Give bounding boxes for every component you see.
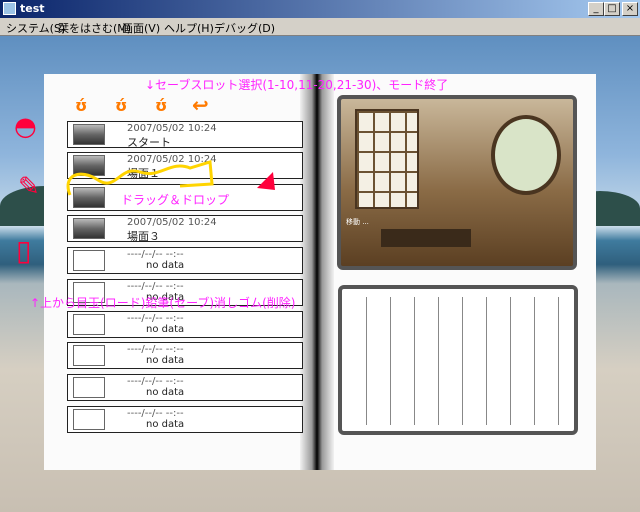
book-spine <box>300 74 334 470</box>
note-line <box>510 297 511 425</box>
save-slot-1[interactable]: 2007/05/02 10:24 スタート <box>67 121 303 149</box>
page-3-icon[interactable]: ʊ́ <box>155 96 167 115</box>
slot-date: ----/--/-- --:-- <box>127 281 184 292</box>
annotation-drag: ドラッグ＆ドロップ <box>121 193 230 207</box>
menu-help[interactable]: ヘルプ(H) <box>164 20 214 36</box>
menu-view[interactable]: 画面(V) <box>122 20 160 36</box>
slot-name: 場面３ <box>127 230 160 243</box>
slot-thumbnail <box>73 314 105 335</box>
save-slot-10[interactable]: ----/--/-- --:-- no data <box>67 406 303 433</box>
app-icon <box>3 2 16 15</box>
note-line <box>366 297 367 425</box>
note-line <box>534 297 535 425</box>
slot-name: no data <box>146 419 185 430</box>
save-slot-5[interactable]: ----/--/-- --:-- no data <box>67 247 303 274</box>
note-line <box>462 297 463 425</box>
screenshot-preview: 移動 ... <box>337 95 577 270</box>
page-2-icon[interactable]: ʊ́ <box>115 96 127 115</box>
preview-table <box>381 229 471 247</box>
preview-round-window <box>491 115 561 195</box>
slot-name: no data <box>146 387 185 398</box>
menu-bookmark[interactable]: 栞をはさむ(M) <box>58 20 131 36</box>
note-line <box>390 297 391 425</box>
slot-date: ----/--/-- --:-- <box>127 344 184 355</box>
eye-icon[interactable]: ◓ <box>14 112 37 142</box>
slot-date: ----/--/-- --:-- <box>127 249 184 260</box>
note-line <box>438 297 439 425</box>
save-slot-4[interactable]: 2007/05/02 10:24 場面３ <box>67 215 303 243</box>
slot-name: no data <box>146 355 185 366</box>
menu-debug[interactable]: デバッグ(D) <box>214 20 275 36</box>
menu-bar: システム(S) 栞をはさむ(M) 画面(V) ヘルプ(H) デバッグ(D) <box>0 18 640 36</box>
mouse-cursor-icon <box>257 172 275 190</box>
menu-system[interactable]: システム(S) <box>6 20 65 36</box>
slot-date: ----/--/-- --:-- <box>127 313 184 324</box>
title-bar: test _ □ × <box>0 0 640 18</box>
maximize-button[interactable]: □ <box>604 2 620 16</box>
note-line <box>558 297 559 425</box>
slot-name: スタート <box>127 136 171 149</box>
slot-thumbnail <box>73 345 105 366</box>
save-slot-9[interactable]: ----/--/-- --:-- no data <box>67 374 303 401</box>
slot-date: ----/--/-- --:-- <box>127 408 184 419</box>
eraser-icon[interactable]: ▯ <box>16 234 31 267</box>
save-slot-8[interactable]: ----/--/-- --:-- no data <box>67 342 303 369</box>
slot-thumbnail <box>73 218 105 239</box>
preview-shoji <box>355 109 419 209</box>
close-button[interactable]: × <box>622 2 638 16</box>
note-line <box>414 297 415 425</box>
note-line <box>486 297 487 425</box>
annotation-top: ↓セーブスロット選択(1-10,11-20,21-30)、モード終了 <box>145 78 449 92</box>
pencil-icon[interactable]: ✎ <box>18 172 40 202</box>
save-slot-7[interactable]: ----/--/-- --:-- no data <box>67 311 303 338</box>
window-title: test <box>20 2 45 15</box>
slot-name: no data <box>146 324 185 335</box>
minimize-button[interactable]: _ <box>588 2 604 16</box>
return-arrow-icon[interactable]: ↩ <box>192 93 209 117</box>
page-1-icon[interactable]: ʊ́ <box>75 96 87 115</box>
annotation-tools: ↑上から目玉(ロード)鉛筆(セーブ)消しゴム(削除) <box>30 296 296 310</box>
slot-thumbnail <box>73 409 105 430</box>
slot-date: ----/--/-- --:-- <box>127 376 184 387</box>
slot-thumbnail <box>73 377 105 398</box>
notes-panel <box>338 285 578 435</box>
slot-name: no data <box>146 260 185 271</box>
slot-thumbnail <box>73 124 105 145</box>
slot-thumbnail <box>73 250 105 271</box>
slot-date: 2007/05/02 10:24 <box>127 217 217 228</box>
preview-caption: 移動 ... <box>346 218 369 226</box>
slot-date: 2007/05/02 10:24 <box>127 123 217 134</box>
